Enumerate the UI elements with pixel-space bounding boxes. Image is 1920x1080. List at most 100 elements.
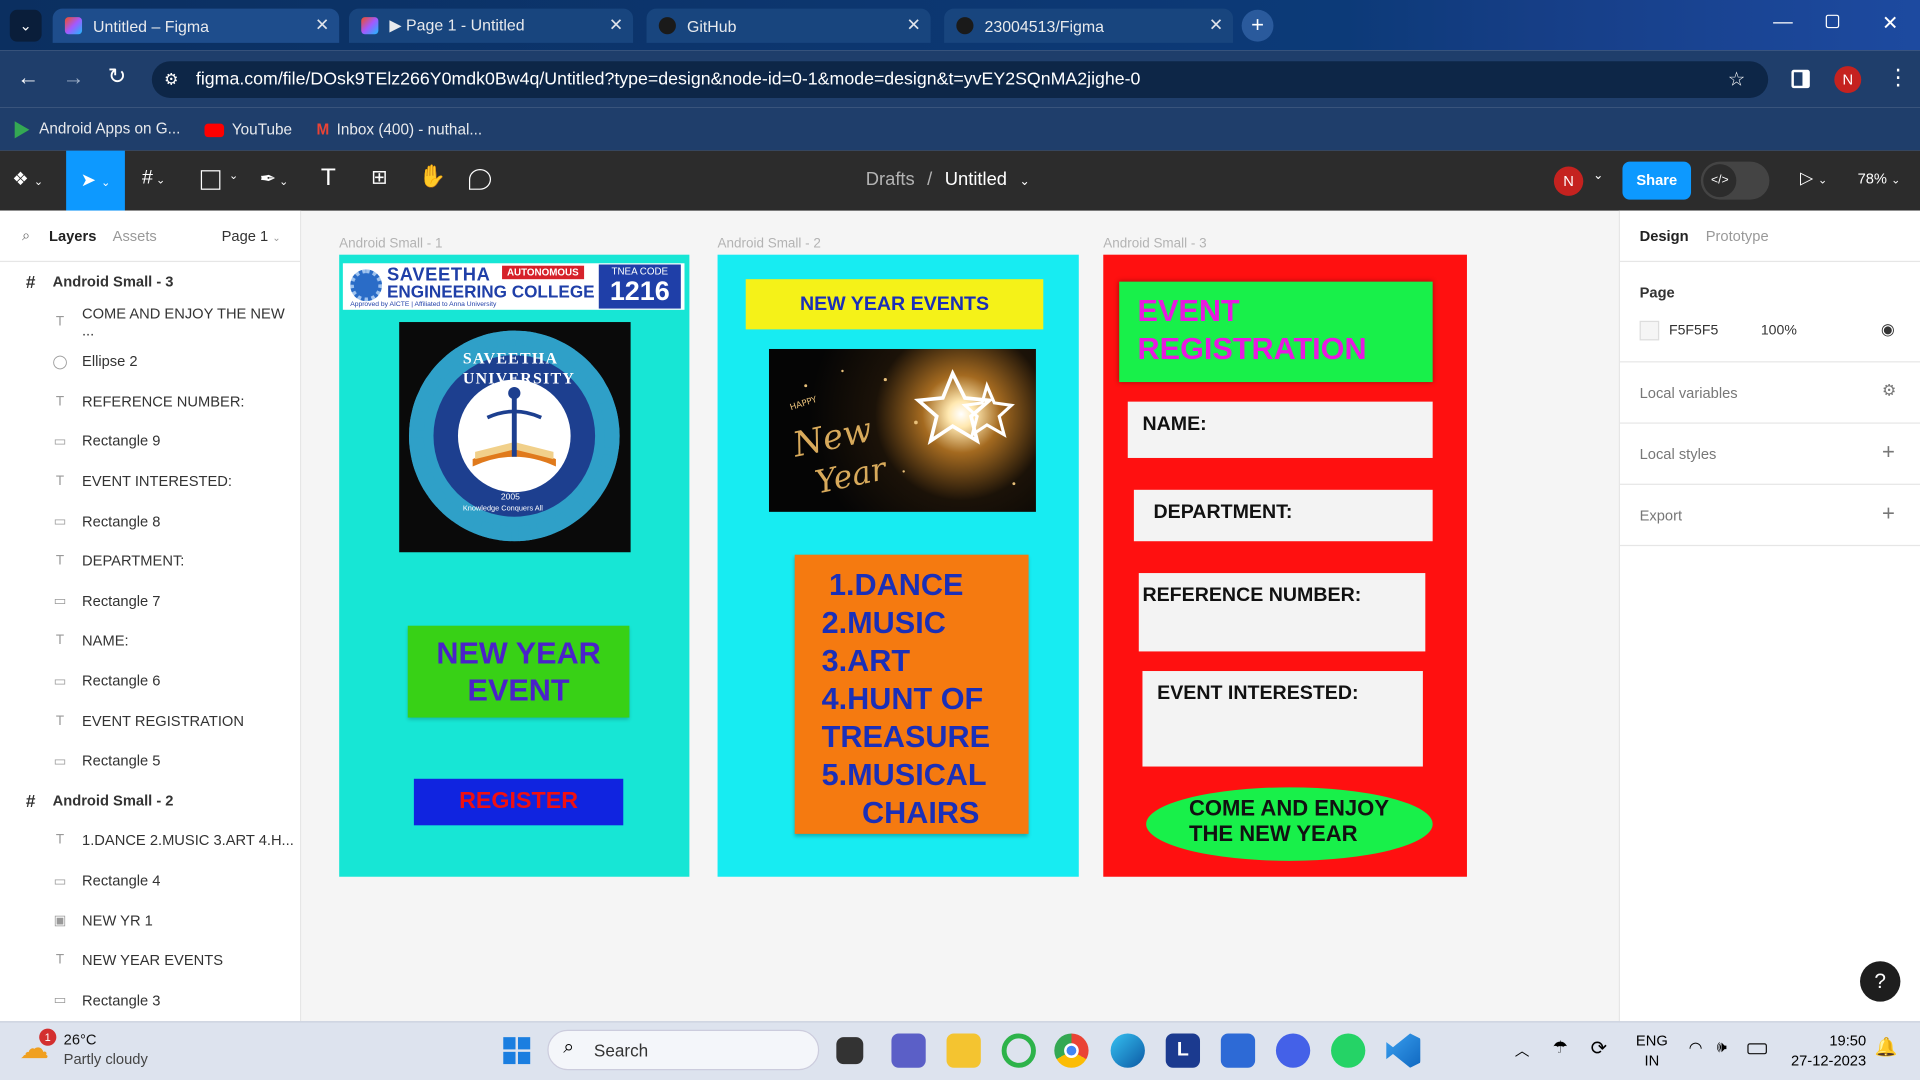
layer-item[interactable]: ▭ Rectangle 5 bbox=[0, 741, 300, 780]
bookmark-youtube[interactable]: YouTube bbox=[204, 121, 292, 138]
frame-label[interactable]: Android Small - 2 bbox=[718, 236, 821, 251]
events-list-box[interactable]: 1.DANCE 2.MUSIC 3.ART 4.HUNT OF TREASURE… bbox=[794, 554, 1029, 834]
reference-number-field[interactable]: REFERENCE NUMBER: bbox=[1138, 573, 1426, 652]
browser-menu-icon[interactable]: ⋮ bbox=[1887, 65, 1909, 91]
frame-android-small-1[interactable]: SAVEETHA ENGINEERING COLLEGE Approved by… bbox=[339, 254, 690, 877]
new-tab-button[interactable]: + bbox=[1241, 9, 1274, 42]
chevron-down-icon[interactable]: ⌄ bbox=[1593, 169, 1603, 182]
close-window-icon[interactable]: ✕ bbox=[1882, 11, 1898, 35]
new-year-image[interactable]: HAPPY New Year bbox=[768, 348, 1036, 512]
breadcrumb-drafts[interactable]: Drafts bbox=[866, 169, 915, 190]
local-variables-section[interactable]: Local variables ⚙ bbox=[1620, 362, 1920, 424]
minimize-icon[interactable]: — bbox=[1773, 12, 1793, 34]
frame-label[interactable]: Android Small - 1 bbox=[339, 236, 442, 251]
layer-item[interactable]: ▣ NEW YR 1 bbox=[0, 901, 300, 940]
l-app-icon[interactable]: L bbox=[1165, 1033, 1201, 1068]
hand-tool-button[interactable]: ✋ bbox=[419, 164, 446, 190]
events-title-box[interactable]: NEW YEAR EVENTS bbox=[745, 279, 1044, 330]
clock[interactable]: 19:50 27-12-2023 bbox=[1791, 1031, 1866, 1070]
file-name[interactable]: Untitled bbox=[945, 169, 1007, 190]
event-interested-field[interactable]: EVENT INTERESTED: bbox=[1142, 671, 1423, 767]
layer-item[interactable]: T NAME: bbox=[0, 621, 300, 660]
pen-tool-button[interactable]: ✒ ⌄ bbox=[260, 167, 289, 191]
restore-icon[interactable] bbox=[1825, 14, 1840, 29]
tab-github[interactable]: GitHub ✕ bbox=[646, 8, 931, 43]
tab-prototype[interactable]: Prototype bbox=[1706, 228, 1769, 245]
bookmark-android-apps[interactable]: Android Apps on G... bbox=[14, 120, 181, 139]
tray-chevron-icon[interactable]: ︿ bbox=[1515, 1040, 1530, 1061]
plus-icon[interactable]: + bbox=[1882, 440, 1895, 466]
plus-icon[interactable]: + bbox=[1882, 501, 1895, 527]
chevron-down-icon[interactable]: ⌄ bbox=[1019, 175, 1029, 188]
close-icon[interactable]: ✕ bbox=[906, 15, 920, 36]
page-selector[interactable]: Page 1 ⌄ bbox=[222, 228, 281, 245]
close-icon[interactable]: ✕ bbox=[315, 15, 329, 36]
page-color-swatch[interactable] bbox=[1639, 320, 1660, 341]
layer-item[interactable]: ◯ Ellipse 2 bbox=[0, 342, 300, 381]
file-explorer-icon[interactable] bbox=[946, 1033, 981, 1068]
wifi-icon[interactable]: ◠ bbox=[1689, 1038, 1703, 1058]
user-avatar[interactable]: N bbox=[1553, 166, 1584, 196]
layer-item[interactable]: T DEPARTMENT: bbox=[0, 541, 300, 580]
url-field[interactable]: ⚙ figma.com/file/DOsk9TElz266Y0mdk0Bw4q/… bbox=[151, 61, 1769, 98]
volume-icon[interactable]: 🕪 bbox=[1717, 1037, 1727, 1057]
frame-android-small-2[interactable]: NEW YEAR EVENTS HAPPY New Year 1.DANCE 2… bbox=[717, 254, 1079, 877]
tab-page1[interactable]: ▶ Page 1 - Untitled ✕ bbox=[348, 8, 634, 43]
frame-label[interactable]: Android Small - 3 bbox=[1103, 236, 1206, 251]
export-section[interactable]: Export + bbox=[1620, 485, 1920, 547]
canvas[interactable]: Android Small - 1 SAVEETHA ENGINEERING C… bbox=[301, 211, 1901, 1022]
meet-icon[interactable] bbox=[891, 1033, 926, 1068]
chrome-icon[interactable] bbox=[1054, 1033, 1089, 1068]
bookmark-star-icon[interactable]: ☆ bbox=[1728, 67, 1746, 91]
layer-item[interactable]: T 1.DANCE 2.MUSIC 3.ART 4.H... bbox=[0, 821, 300, 860]
tab-search-button[interactable]: ⌄ bbox=[9, 9, 42, 42]
eye-icon[interactable]: ◉ bbox=[1881, 320, 1895, 340]
tab-assets[interactable]: Assets bbox=[113, 228, 157, 245]
whatsapp-icon[interactable] bbox=[1331, 1033, 1366, 1068]
reload-icon[interactable]: ↻ bbox=[108, 64, 126, 90]
tab-github-figma[interactable]: 23004513/Figma ✕ bbox=[944, 8, 1234, 43]
shape-tool-button[interactable] bbox=[200, 170, 221, 190]
registration-title-box[interactable]: EVENT REGISTRATION bbox=[1119, 281, 1433, 383]
back-icon[interactable]: ← bbox=[17, 65, 39, 91]
layer-item[interactable]: ▭ Rectangle 3 bbox=[0, 981, 300, 1020]
search-icon[interactable]: ⌕ bbox=[22, 227, 30, 245]
university-seal-image[interactable]: SAVEETHA UNIVERSITY 2005 Knowledge Conqu… bbox=[399, 322, 631, 553]
main-menu-button[interactable]: ❖ ⌄ bbox=[12, 168, 43, 190]
start-icon[interactable] bbox=[500, 1033, 534, 1067]
resources-tool-button[interactable]: ⊞ bbox=[371, 165, 387, 189]
dev-mode-toggle[interactable]: </> bbox=[1700, 161, 1770, 200]
layer-item[interactable]: ▭ Rectangle 4 bbox=[0, 861, 300, 900]
sync-icon[interactable]: ⟳ bbox=[1591, 1036, 1607, 1060]
close-icon[interactable]: ✕ bbox=[1209, 15, 1223, 36]
bookmark-gmail[interactable]: M Inbox (400) - nuthal... bbox=[317, 121, 483, 138]
layer-frame[interactable]: # Android Small - 2 bbox=[0, 781, 300, 820]
tab-design[interactable]: Design bbox=[1640, 228, 1689, 245]
profile-avatar[interactable]: N bbox=[1834, 66, 1862, 94]
language-indicator[interactable]: ENG IN bbox=[1636, 1031, 1668, 1070]
sliders-icon[interactable]: ⚙ bbox=[1882, 381, 1896, 401]
layer-item[interactable]: T COME AND ENJOY THE NEW ... bbox=[0, 302, 300, 341]
shape-tool-dropdown-icon[interactable]: ⌄ bbox=[229, 169, 238, 182]
tab-layers[interactable]: Layers bbox=[49, 228, 96, 245]
page-color-value[interactable]: F5F5F5 bbox=[1669, 323, 1718, 338]
task-view-icon[interactable] bbox=[836, 1037, 864, 1065]
layer-item[interactable]: T EVENT REGISTRATION bbox=[0, 701, 300, 740]
layer-item[interactable]: T EVENT INTERESTED: bbox=[0, 462, 300, 501]
move-tool-button[interactable]: ➤ ⌄ bbox=[66, 150, 125, 211]
tab-figma-untitled[interactable]: Untitled – Figma ✕ bbox=[52, 8, 340, 43]
layer-frame[interactable]: # Android Small - 3 bbox=[0, 262, 300, 301]
present-button[interactable]: ▷ ⌄ bbox=[1800, 168, 1827, 189]
local-styles-section[interactable]: Local styles + bbox=[1620, 424, 1920, 485]
frame-tool-button[interactable]: # ⌄ bbox=[142, 168, 165, 190]
layer-item[interactable]: T NEW YEAR EVENTS bbox=[0, 941, 300, 980]
close-icon[interactable]: ✕ bbox=[609, 15, 623, 36]
layer-item[interactable]: ▭ Rectangle 9 bbox=[0, 422, 300, 461]
side-panel-icon[interactable] bbox=[1791, 69, 1810, 89]
layer-item[interactable]: ▭ Rectangle 7 bbox=[0, 581, 300, 620]
zoom-level[interactable]: 78% ⌄ bbox=[1858, 170, 1901, 187]
help-button[interactable]: ? bbox=[1860, 961, 1901, 1002]
text-tool-button[interactable]: T bbox=[321, 164, 336, 192]
edge-icon[interactable] bbox=[1110, 1033, 1145, 1068]
register-button[interactable]: REGISTER bbox=[413, 778, 624, 826]
